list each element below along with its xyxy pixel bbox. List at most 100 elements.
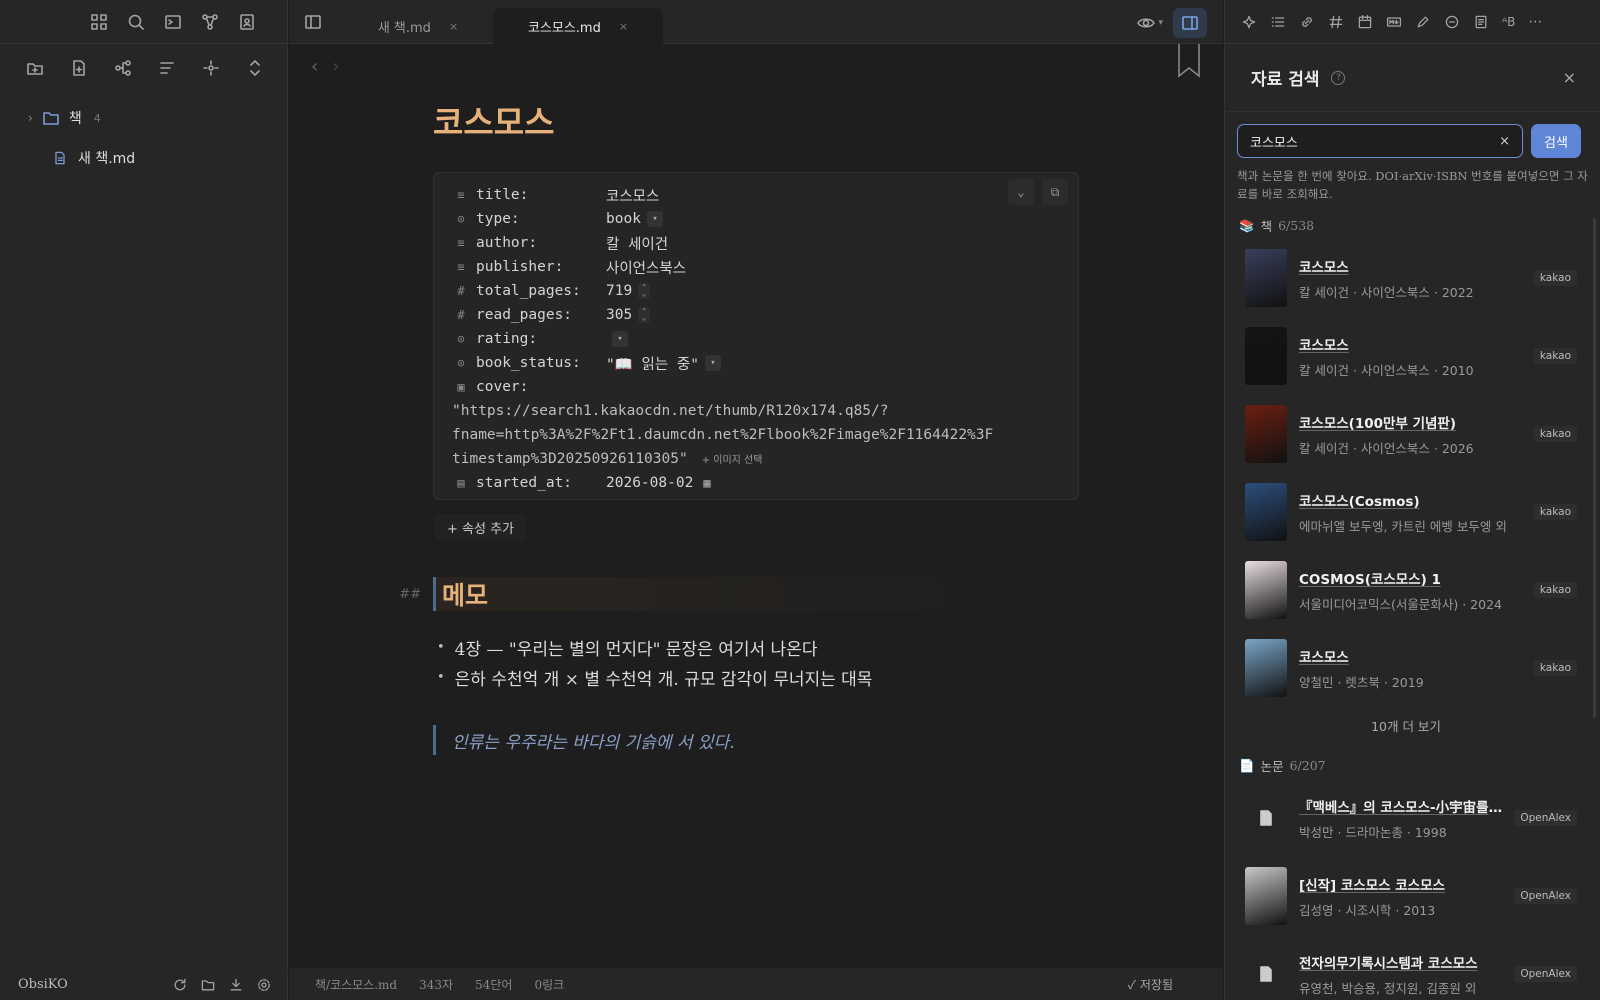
file-explorer-sidebar: › 책4 새 책.md ObsiKO	[0, 0, 288, 1000]
result-title[interactable]: [신작] 코스모스 코스모스	[1299, 874, 1504, 894]
sparkle-icon[interactable]	[1241, 14, 1257, 30]
property-value[interactable]: 사이언스북스	[606, 257, 686, 278]
clear-icon[interactable]: ×	[1499, 134, 1510, 149]
graph-icon[interactable]	[200, 12, 220, 32]
markdown-icon[interactable]	[1386, 14, 1402, 30]
result-title[interactable]: 『맥베스』의 코스모스-小宇宙를 중심으로	[1299, 796, 1504, 816]
refresh-icon[interactable]	[172, 977, 188, 993]
tab-close-icon[interactable]: ×	[449, 20, 458, 33]
book-result-item[interactable]: 코스모스 양철민 · 렛츠북 · 2019 kakao	[1245, 636, 1577, 700]
paper-result-item[interactable]: 『맥베스』의 코스모스-小宇宙를 중심으로박성만 · 드라마논총 · 1998 O…	[1245, 786, 1577, 850]
result-title[interactable]: 코스모스	[1299, 256, 1524, 276]
spellcheck-icon[interactable]: ᴬB	[1502, 15, 1515, 29]
calendar-icon[interactable]: ▦	[703, 476, 710, 490]
close-icon[interactable]: ×	[1563, 68, 1576, 87]
property-type[interactable]: ⊙ type: book ▾	[454, 207, 1078, 231]
search-icon[interactable]	[126, 12, 146, 32]
property-read-pages[interactable]: # read_pages: 305 ⌃ ⌄	[454, 303, 1078, 327]
result-title[interactable]: 코스모스(Cosmos)	[1299, 490, 1524, 510]
property-cover[interactable]: ▣ cover:	[454, 375, 1078, 399]
branch-icon[interactable]	[113, 58, 133, 78]
sort-icon[interactable]	[157, 58, 177, 78]
property-book-status[interactable]: ⊙ book_status: "📖 읽는 중" ▾	[454, 351, 1078, 375]
book-result-item[interactable]: 코스모스(100만부 기념판) 칼 세이건 · 사이언스북스 · 2026 kaka…	[1245, 402, 1577, 466]
image-pick-button[interactable]: + 이미지 선택	[702, 455, 763, 466]
property-value[interactable]: 719	[606, 283, 632, 299]
page-title[interactable]: 코스모스	[433, 96, 554, 144]
property-publisher[interactable]: ≡ publisher: 사이언스북스	[454, 255, 1078, 279]
download-icon[interactable]	[228, 977, 244, 993]
file-new-book[interactable]: 새 책.md	[52, 148, 135, 168]
list-item[interactable]: 4장 — "우리는 별의 먼지다" 문장은 여기서 나온다	[437, 632, 872, 662]
result-title[interactable]: 전자의무기록시스템과 코스모스	[1299, 952, 1504, 972]
folder-open-icon[interactable]	[200, 977, 216, 993]
dropdown-icon[interactable]: ▾	[705, 355, 721, 371]
help-icon[interactable]: ?	[1331, 70, 1346, 85]
link-icon[interactable]	[1299, 14, 1315, 30]
property-value[interactable]: 2026-08-02	[606, 475, 693, 491]
cover-url[interactable]: "https://search1.kakaocdn.net/thumb/R120…	[452, 399, 1078, 471]
paper-result-item[interactable]: [신작] 코스모스 코스모스 김성영 · 시조시학 · 2013 OpenAlex	[1245, 864, 1577, 928]
hashtag-icon[interactable]	[1328, 14, 1344, 30]
dropdown-icon[interactable]: ▾	[612, 331, 628, 347]
pen-icon[interactable]	[1415, 14, 1431, 30]
calendar-icon[interactable]	[1357, 14, 1373, 30]
folder-books[interactable]: › 책4	[28, 108, 101, 128]
result-title[interactable]: 코스모스	[1299, 646, 1524, 666]
reading-view-icon[interactable]: ▾	[1136, 13, 1163, 33]
new-note-icon[interactable]	[69, 58, 89, 78]
property-value[interactable]: book	[606, 211, 641, 227]
vault-name[interactable]: ObsiKO	[18, 977, 172, 992]
chat-icon[interactable]	[1444, 14, 1460, 30]
property-rating[interactable]: ⊙ rating: ▾	[454, 327, 1078, 351]
expand-collapse-icon[interactable]	[245, 58, 265, 78]
property-started-at[interactable]: ▤ started_at: 2026-08-02 ▦	[454, 471, 1078, 495]
sidebar-toggle-icon[interactable]	[303, 12, 323, 32]
right-panel-toggle-button[interactable]	[1173, 8, 1207, 38]
property-value[interactable]: "📖 읽는 중"	[606, 353, 699, 374]
paper-result-item[interactable]: 전자의무기록시스템과 코스모스 유영천, 박승용, 정지원, 김종원 외 OpenA…	[1245, 942, 1577, 1000]
property-value[interactable]: 코스모스	[606, 185, 659, 206]
more-options-icon[interactable]: ⋯	[1528, 14, 1542, 30]
forward-icon[interactable]: ›	[332, 56, 339, 77]
result-title[interactable]: COSMOS(코스모스) 1	[1299, 568, 1524, 588]
outline-icon[interactable]	[1270, 14, 1286, 30]
chevron-down-icon[interactable]: ⌄	[1008, 179, 1034, 205]
new-folder-icon[interactable]	[25, 58, 45, 78]
property-value[interactable]: 칼 세이건	[606, 233, 668, 254]
property-total-pages[interactable]: # total_pages: 719 ⌃ ⌄	[454, 279, 1078, 303]
tab-new-book[interactable]: 새 책.md ×	[333, 8, 503, 44]
book-result-item[interactable]: 코스모스 칼 세이건 · 사이언스북스 · 2010 kakao	[1245, 324, 1577, 388]
search-input[interactable]: 코스모스 ×	[1237, 124, 1523, 158]
back-icon[interactable]: ‹	[311, 56, 318, 77]
add-property-button[interactable]: + 속성 추가	[435, 514, 526, 540]
number-stepper[interactable]: ⌃ ⌄	[638, 307, 651, 323]
document-icon[interactable]	[1473, 14, 1489, 30]
dropdown-icon[interactable]: ▾	[646, 211, 663, 227]
layout-grid-icon[interactable]	[89, 12, 109, 32]
terminal-icon[interactable]	[163, 12, 183, 32]
tab-cosmos[interactable]: 코스모스.md ×	[493, 8, 663, 44]
tab-close-icon[interactable]: ×	[619, 20, 628, 33]
settings-icon[interactable]	[256, 977, 272, 993]
number-stepper[interactable]: ⌃ ⌄	[638, 283, 651, 299]
property-value[interactable]: 305	[606, 307, 632, 323]
blockquote[interactable]: 인류는 우주라는 바다의 기슭에 서 있다.	[433, 725, 735, 755]
book-result-item[interactable]: COSMOS(코스모스) 1 서울미디어코믹스(서울문화사) · 2024 kaka…	[1245, 558, 1577, 622]
book-result-item[interactable]: 코스모스 칼 세이건 · 사이언스북스 · 2022 kakao	[1245, 246, 1577, 310]
show-more-button[interactable]: 10개 더 보기	[1225, 716, 1587, 735]
profile-icon[interactable]	[237, 12, 257, 32]
property-author[interactable]: ≡ author: 칼 세이건	[454, 231, 1078, 255]
status-path[interactable]: 책/코스모스.md	[315, 976, 397, 993]
search-button[interactable]: 검색	[1531, 124, 1581, 158]
property-title[interactable]: ≡ title: 코스모스	[454, 183, 1078, 207]
copy-icon[interactable]: ⧉	[1042, 179, 1068, 205]
scrollbar[interactable]	[1593, 218, 1596, 718]
focus-icon[interactable]	[201, 58, 221, 78]
list-item[interactable]: 은하 수천억 개 × 별 수천억 개. 규모 감각이 무너지는 대목	[437, 662, 873, 692]
result-title[interactable]: 코스모스	[1299, 334, 1524, 354]
result-title[interactable]: 코스모스(100만부 기념판)	[1299, 412, 1524, 432]
book-result-item[interactable]: 코스모스(Cosmos) 에마뉘엘 보두엥, 카트린 에벵 보두엥 외 kakao	[1245, 480, 1577, 544]
heading-memo[interactable]: ## 메모	[389, 576, 1049, 612]
bookmark-icon[interactable]	[1177, 44, 1201, 78]
